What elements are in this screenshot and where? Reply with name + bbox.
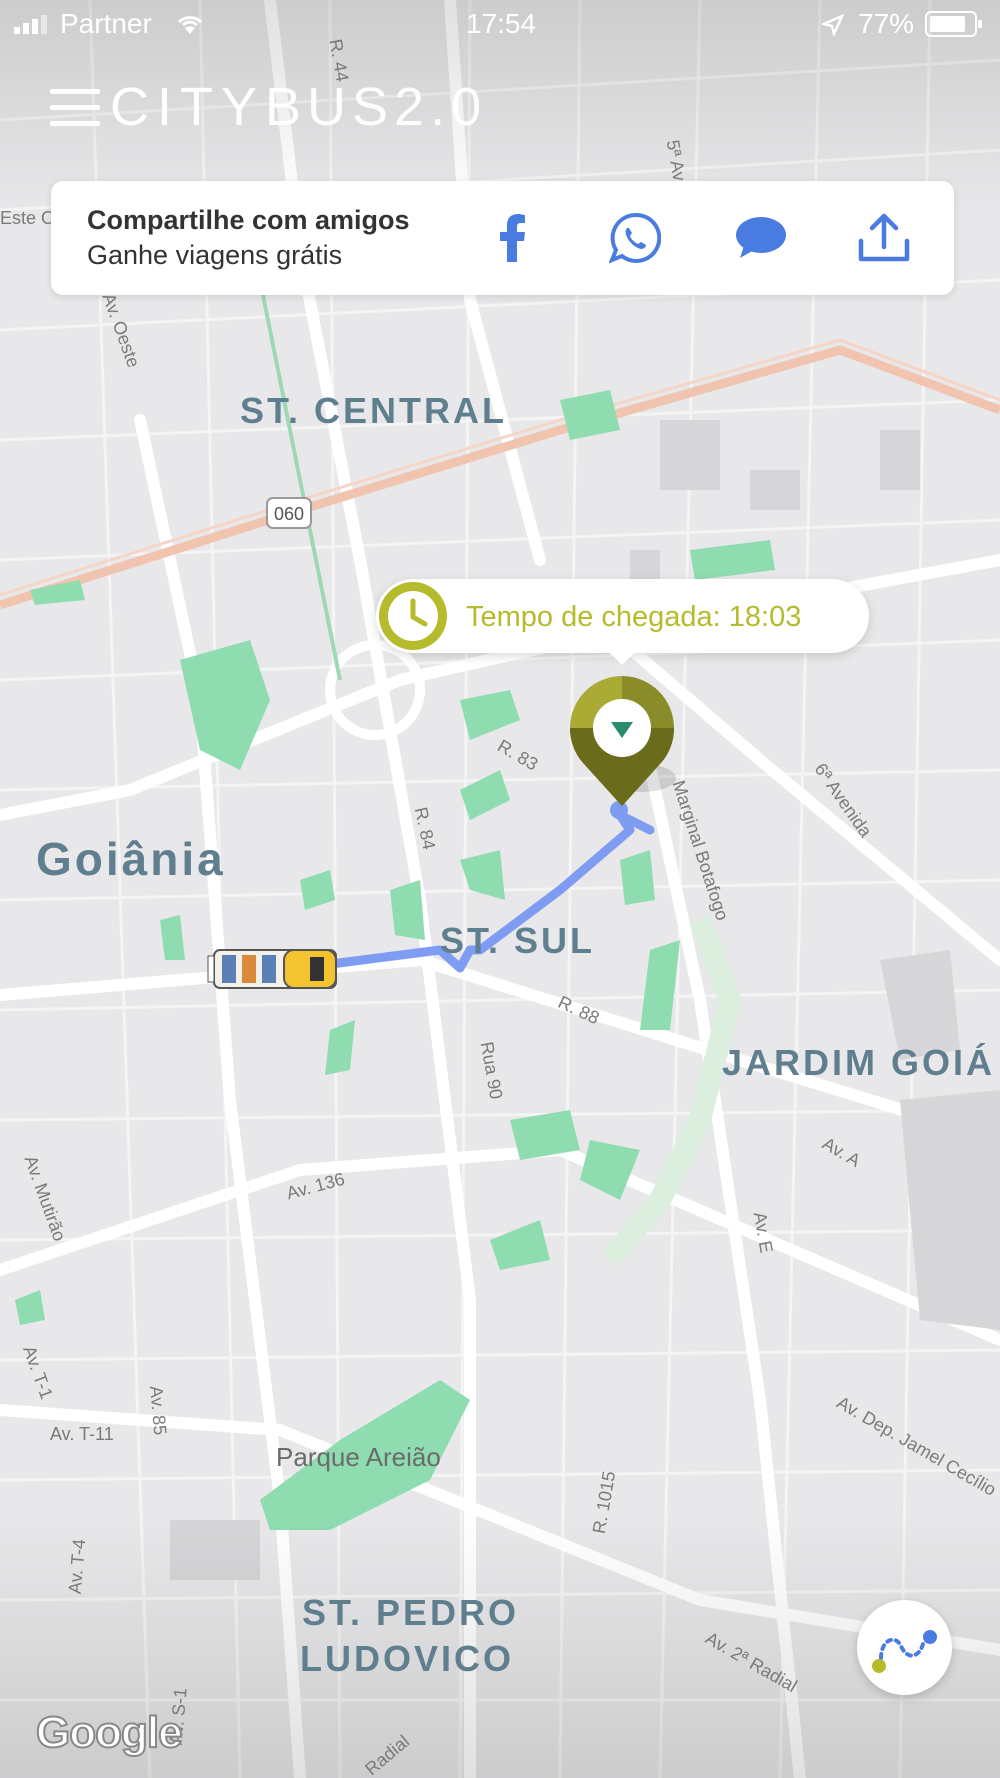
- facebook-icon[interactable]: [485, 211, 539, 265]
- share-card: Compartilhe com amigos Ganhe viagens grá…: [51, 181, 954, 295]
- road-label: Este O: [0, 208, 56, 228]
- screen: 060: [0, 0, 1000, 1778]
- header: CITYBUS2.0: [50, 76, 487, 138]
- app-logo: CITYBUS2.0: [110, 76, 487, 138]
- district-label: ST. CENTRAL: [240, 390, 507, 431]
- signal-icon: [14, 15, 47, 34]
- whatsapp-icon[interactable]: [608, 211, 662, 265]
- district-label: LUDOVICO: [300, 1638, 515, 1679]
- logo-light: BUS2.0: [265, 77, 488, 137]
- park-label: Parque Areião: [276, 1442, 441, 1472]
- district-label: JARDIM GOIÁ: [722, 1042, 996, 1083]
- district-label: ST. SUL: [440, 920, 596, 961]
- status-bar: Partner 17:54 77%: [0, 0, 1000, 50]
- upload-icon[interactable]: [857, 211, 911, 265]
- carrier: Partner: [60, 8, 152, 39]
- battery-icon: [925, 11, 982, 37]
- battery-percent: 77%: [858, 8, 915, 39]
- google-logo: Google: [35, 1707, 184, 1758]
- route-toggle-button[interactable]: [857, 1600, 952, 1695]
- clock: 17:54: [466, 8, 537, 39]
- road-label: Av. 85: [146, 1384, 171, 1436]
- district-label: ST. PEDRO: [302, 1592, 520, 1633]
- message-icon[interactable]: [734, 211, 788, 265]
- logo-bold: CITY: [110, 77, 266, 137]
- arrival-time-text: Tempo de chegada: 18:03: [466, 601, 802, 633]
- location-arrow-icon: [822, 14, 844, 36]
- arrival-time-bubble: Tempo de chegada: 18:03: [376, 579, 869, 665]
- share-title: Compartilhe com amigos: [87, 205, 410, 235]
- road-label: Av. T-11: [50, 1424, 114, 1444]
- city-label: Goiânia: [36, 833, 226, 885]
- clock-icon: [379, 582, 447, 650]
- share-subtitle: Ganhe viagens grátis: [87, 240, 343, 270]
- route-icon: [872, 1630, 937, 1673]
- wifi-icon: [177, 16, 203, 34]
- menu-button[interactable]: [50, 85, 100, 129]
- bus-icon[interactable]: [207, 949, 337, 989]
